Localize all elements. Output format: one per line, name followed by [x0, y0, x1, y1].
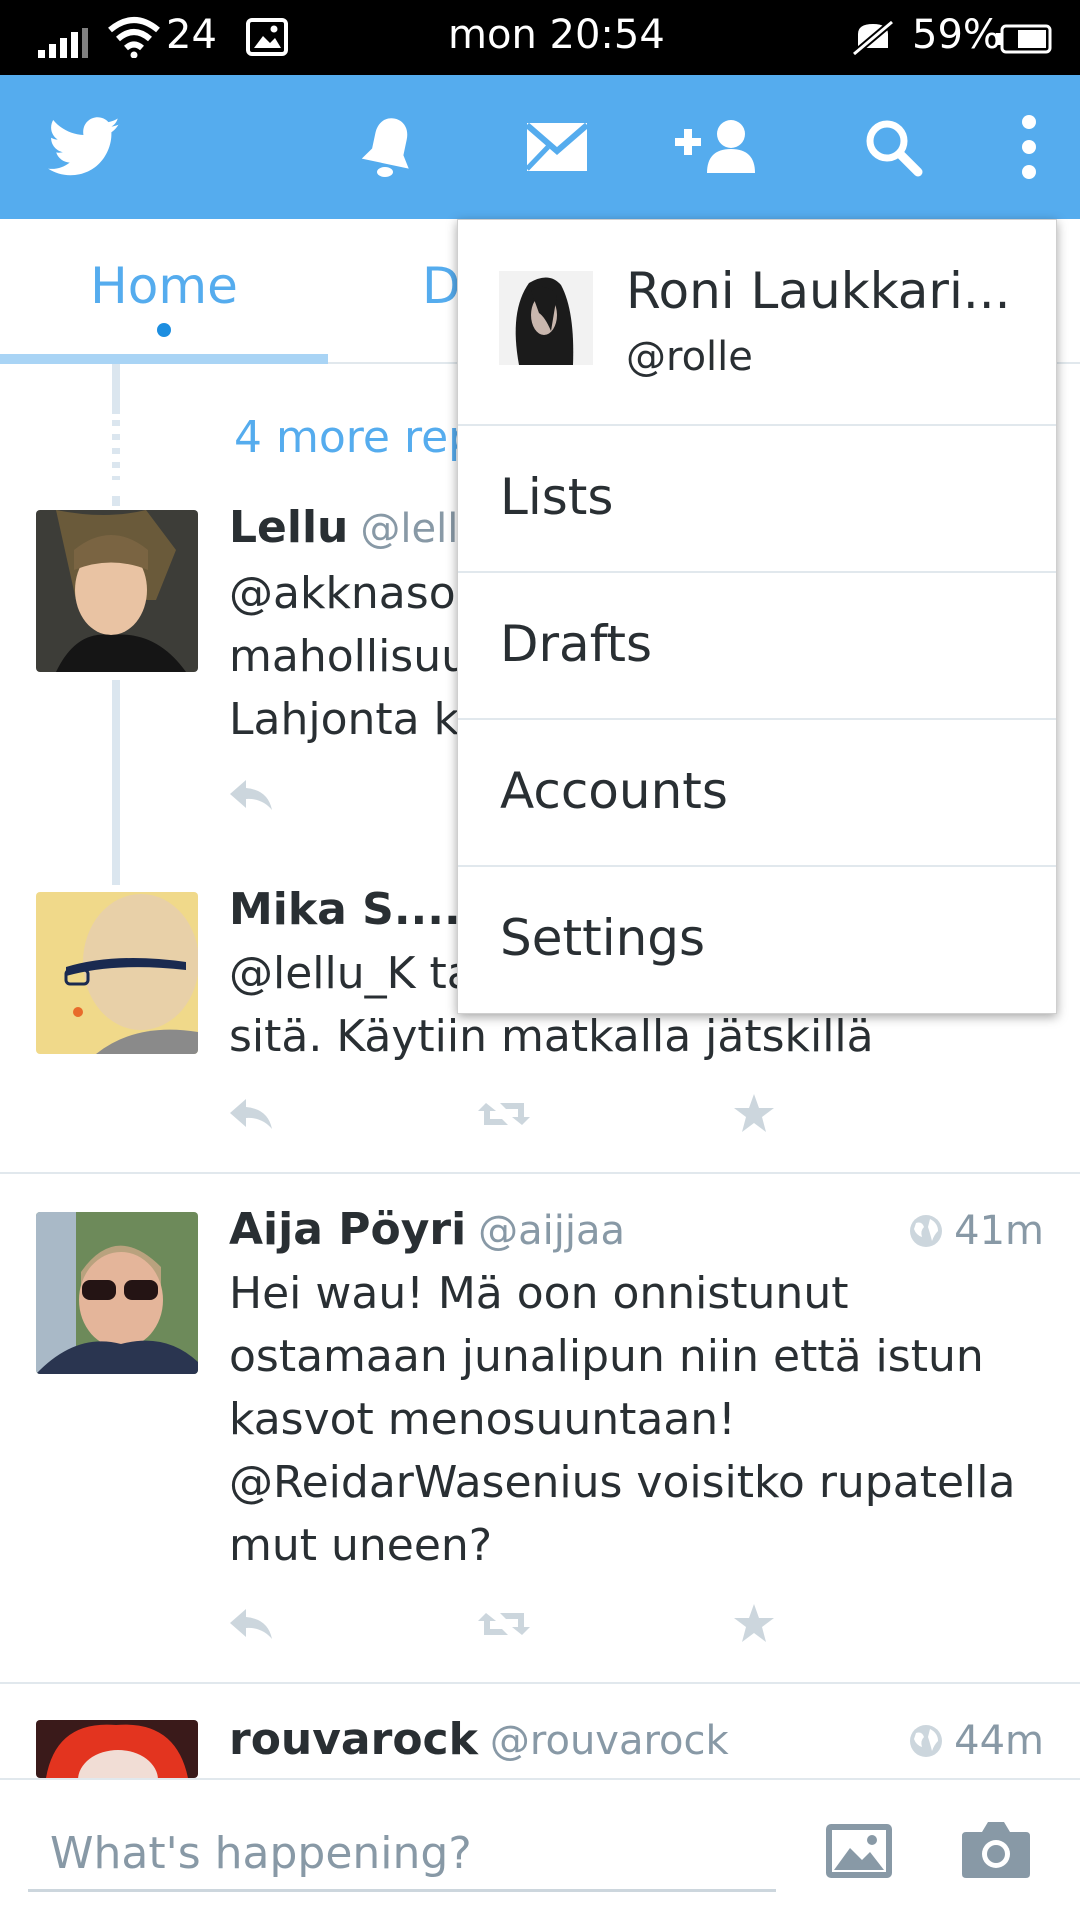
- profile-menu-item[interactable]: Roni Laukkari... @rolle: [458, 220, 1056, 424]
- image-notification-icon: [246, 18, 288, 56]
- globe-icon: [910, 1215, 943, 1247]
- messages-button[interactable]: [497, 75, 617, 219]
- twitter-bird-icon: [48, 117, 120, 176]
- reply-icon[interactable]: [228, 1097, 274, 1131]
- overflow-menu-button[interactable]: [969, 75, 1080, 219]
- bell-icon: [361, 118, 409, 177]
- tweet-line: ostamaan junalipun niin että istun: [229, 1331, 984, 1382]
- time-label: 44m: [954, 1718, 1044, 1764]
- tab-home-label: Home: [90, 257, 238, 315]
- author-handle: @aijjaa: [478, 1208, 626, 1254]
- tweet-author-name[interactable]: Lellu @lellu: [229, 502, 484, 553]
- tweet-line: sitä. Käytiin matkalla jätskillä: [229, 1011, 874, 1062]
- menu-item-label: Lists: [500, 468, 614, 526]
- twitter-logo[interactable]: [25, 75, 145, 219]
- menu-item-label: Settings: [500, 909, 706, 967]
- menu-item-accounts[interactable]: Accounts: [458, 718, 1056, 867]
- profile-handle: @rolle: [626, 334, 753, 380]
- status-bar: 24 mon 20:54 59%: [0, 0, 1080, 75]
- favorite-star-icon[interactable]: [732, 1602, 776, 1644]
- menu-item-label: Accounts: [500, 762, 728, 820]
- tweet-author-name[interactable]: Aija Pöyri @aijjaa: [229, 1204, 625, 1255]
- notifications-button[interactable]: [329, 75, 449, 219]
- mute-icon: [851, 19, 895, 57]
- avatar[interactable]: [36, 892, 198, 1054]
- more-replies-link[interactable]: 4 more rep: [234, 412, 476, 463]
- compose-input[interactable]: What's happening?: [50, 1828, 472, 1879]
- retweet-icon[interactable]: [476, 1607, 532, 1641]
- tab-home[interactable]: Home: [0, 219, 328, 364]
- avatar[interactable]: [36, 510, 198, 672]
- tweet-line: @ReidarWasenius voisitko rupatella: [229, 1457, 1016, 1508]
- signal-number: 24: [166, 12, 217, 58]
- signal-icon: [38, 28, 88, 58]
- author-handle: @rouvarock: [489, 1718, 729, 1764]
- avatar[interactable]: [36, 1212, 198, 1374]
- time-label: 41m: [954, 1208, 1044, 1254]
- tweet-timestamp: 44m: [908, 1718, 1044, 1764]
- avatar[interactable]: [36, 1720, 198, 1778]
- thread-line: [112, 680, 120, 885]
- overflow-menu-icon: [1022, 115, 1036, 179]
- tab-discover[interactable]: D: [422, 257, 461, 315]
- tweet-line: kasvot menosuuntaan!: [229, 1394, 736, 1445]
- thread-dots: [112, 420, 120, 480]
- reply-icon[interactable]: [228, 778, 274, 812]
- tweet-line: Hei wau! Mä oon onnistunut: [229, 1268, 849, 1319]
- tweet-timestamp: 41m: [908, 1208, 1044, 1254]
- tweet-line: mut uneen?: [229, 1520, 493, 1571]
- menu-item-lists[interactable]: Lists: [458, 424, 1056, 573]
- wifi-icon: [108, 17, 160, 58]
- menu-item-drafts[interactable]: Drafts: [458, 571, 1056, 720]
- divider: [0, 1682, 1080, 1684]
- active-tab-indicator: [0, 354, 328, 364]
- discover-people-button[interactable]: [659, 75, 779, 219]
- retweet-icon[interactable]: [476, 1097, 532, 1131]
- profile-avatar: [499, 271, 593, 365]
- camera-icon[interactable]: [962, 1820, 1030, 1878]
- profile-name: Roni Laukkari...: [626, 262, 1011, 320]
- reply-icon[interactable]: [228, 1607, 274, 1641]
- tweet-author-name[interactable]: Mika S......: [229, 884, 494, 935]
- gallery-icon[interactable]: [826, 1824, 892, 1878]
- author-name: Lellu: [229, 502, 349, 553]
- envelope-icon: [526, 122, 588, 171]
- author-name: Mika S......: [229, 884, 495, 935]
- globe-icon: [910, 1725, 943, 1757]
- thread-line: [112, 364, 120, 414]
- new-items-dot: [157, 323, 171, 337]
- compose-bar: What's happening?: [0, 1778, 1080, 1922]
- clock: mon 20:54: [448, 12, 665, 58]
- compose-underline: [28, 1889, 776, 1892]
- overflow-dropdown-menu: Roni Laukkari... @rolle Lists Drafts Acc…: [457, 219, 1057, 1014]
- menu-item-settings[interactable]: Settings: [458, 865, 1056, 1014]
- battery-percent: 59%: [912, 12, 1001, 58]
- tweet-author-name[interactable]: rouvarock @rouvarock: [229, 1714, 729, 1765]
- divider: [0, 1172, 1080, 1174]
- thread-line: [112, 496, 120, 506]
- author-name: rouvarock: [229, 1714, 478, 1765]
- favorite-star-icon[interactable]: [732, 1092, 776, 1134]
- author-name: Aija Pöyri: [229, 1204, 467, 1255]
- menu-item-label: Drafts: [500, 615, 653, 673]
- tweet-text: Hei wau! Mä oon onnistunut ostamaan juna…: [229, 1262, 1049, 1577]
- battery-icon: [996, 24, 1052, 54]
- search-button[interactable]: [833, 75, 953, 219]
- add-user-icon: [675, 120, 755, 173]
- app-toolbar: [0, 75, 1080, 219]
- search-icon: [866, 120, 923, 177]
